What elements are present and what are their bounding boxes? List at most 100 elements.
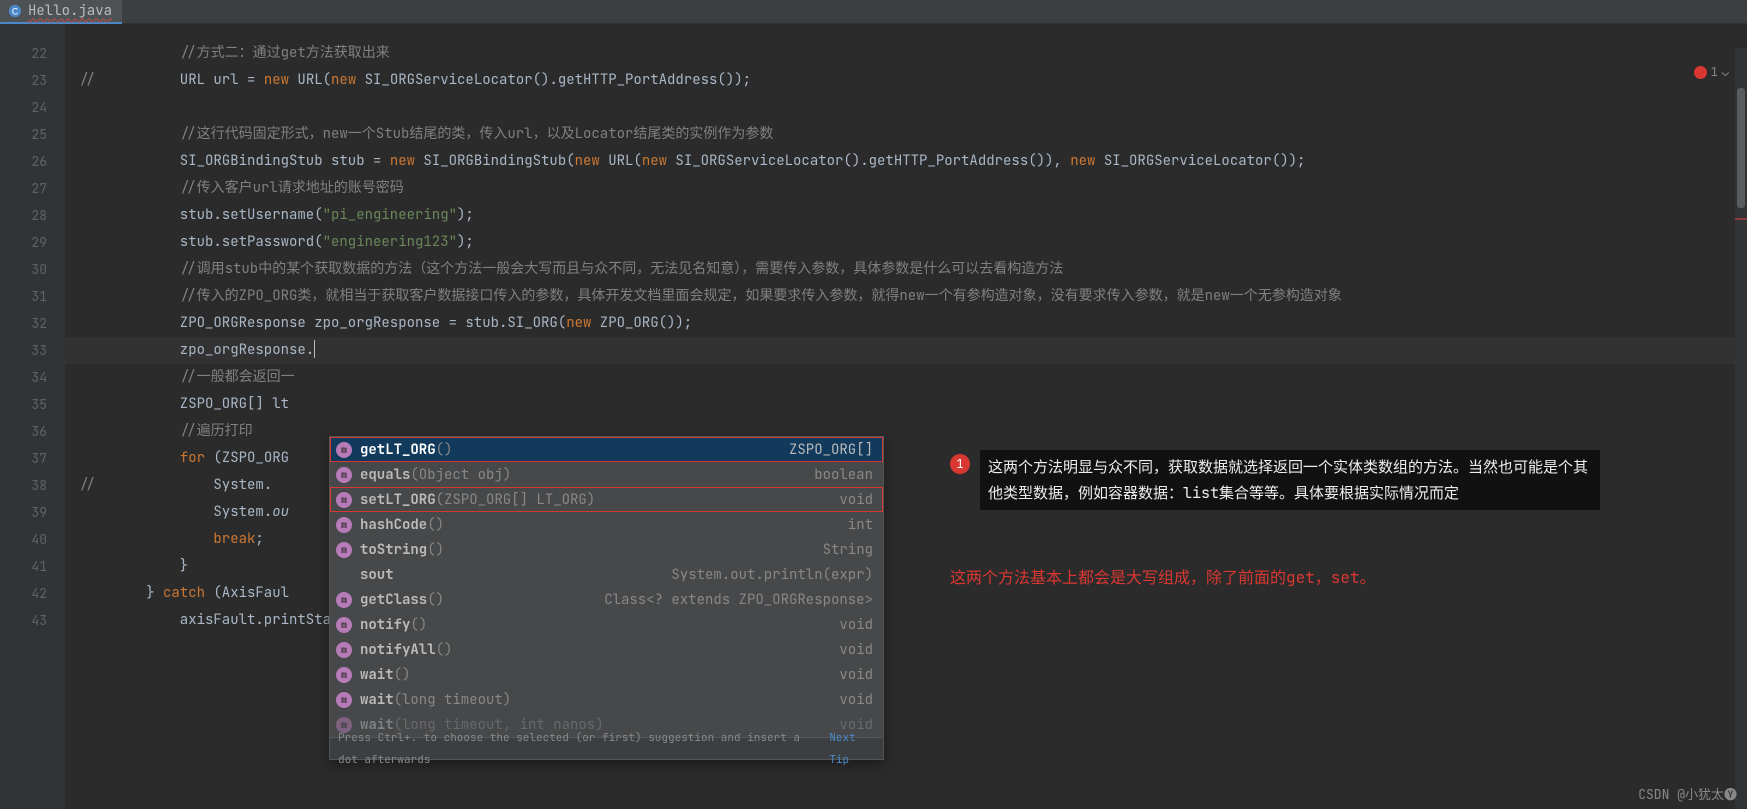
completion-name: notify() bbox=[360, 616, 427, 634]
completion-item[interactable]: m getLT_ORG() ZSPO_ORG[] bbox=[330, 437, 883, 462]
completion-item[interactable]: m getClass() Class<? extends ZPO_ORGRespon… bbox=[330, 587, 883, 612]
gutter: 2223242526272829303132333435363738394041… bbox=[0, 24, 65, 809]
annotation-badge: 1 bbox=[950, 454, 970, 474]
gutter-line: 43 bbox=[0, 607, 65, 634]
completion-return-type: String bbox=[823, 541, 873, 559]
completion-item[interactable]: mnotifyAll()void bbox=[330, 637, 883, 662]
annotation-bubble: 1 这两个方法明显与众不同，获取数据就选择返回一个实体类数组的方法。当然也可能是… bbox=[980, 450, 1600, 510]
code-line[interactable]: stub.setPassword("engineering123"); bbox=[65, 229, 1747, 256]
annotation-line2: 这两个方法基本上都会是大写组成，除了前面的get，set。 bbox=[950, 564, 1376, 588]
code-line[interactable]: //调用stub中的某个获取数据的方法（这个方法一般会大写而且与众不同，无法见名… bbox=[65, 256, 1747, 283]
code-line[interactable]: //遍历打印 bbox=[65, 418, 1747, 445]
completion-item[interactable]: m equals(Object obj) boolean bbox=[330, 462, 883, 487]
method-icon: m bbox=[336, 492, 352, 508]
code-line[interactable]: //传入的ZPO_ORG类，就相当于获取客户数据接口传入的参数，具体开发文档里面… bbox=[65, 283, 1747, 310]
gutter-line: 40 bbox=[0, 526, 65, 553]
code-line[interactable]: } catch (AxisFaul bbox=[65, 580, 1747, 607]
completion-return-type: Class<? extends ZPO_ORGResponse> bbox=[604, 591, 873, 609]
watermark: CSDN @小犹太🅨 bbox=[1638, 784, 1737, 803]
code-line[interactable]: zpo_orgResponse. bbox=[65, 337, 1747, 364]
completion-item[interactable]: mnotify()void bbox=[330, 612, 883, 637]
completion-item[interactable]: mtoString()String bbox=[330, 537, 883, 562]
editor: 2223242526272829303132333435363738394041… bbox=[0, 24, 1747, 809]
code-line[interactable]: //一般都会返回一 bbox=[65, 364, 1747, 391]
gutter-line: 32 bbox=[0, 310, 65, 337]
method-icon: m bbox=[336, 717, 352, 733]
code-line[interactable]: break; bbox=[65, 526, 1747, 553]
svg-text:C: C bbox=[12, 6, 18, 16]
method-icon: m bbox=[336, 592, 352, 608]
gutter-line: 35 bbox=[0, 391, 65, 418]
method-icon: m bbox=[336, 467, 352, 483]
code-line[interactable]: } bbox=[65, 553, 1747, 580]
completion-return-type: ZSPO_ORG[] bbox=[789, 441, 873, 459]
gutter-line: 33 bbox=[0, 337, 65, 364]
gutter-line: 25 bbox=[0, 121, 65, 148]
completion-item[interactable]: m setLT_ORG(ZSPO_ORG[] LT_ORG) void bbox=[330, 487, 883, 512]
chevron-down-icon: ⌄ bbox=[1722, 64, 1729, 80]
completion-return-type: void bbox=[839, 641, 873, 659]
completion-hint: Press Ctrl+. to choose the selected (or … bbox=[330, 737, 883, 759]
method-icon bbox=[336, 567, 352, 583]
error-dot-icon bbox=[1694, 66, 1707, 79]
method-icon: m bbox=[336, 442, 352, 458]
completion-item[interactable]: m wait(long timeout) void bbox=[330, 687, 883, 712]
tab-bar: C Hello.java bbox=[0, 0, 1747, 24]
scrollbar-thumb[interactable] bbox=[1737, 88, 1745, 208]
gutter-line: 31 bbox=[0, 283, 65, 310]
gutter-line: 34 bbox=[0, 364, 65, 391]
code-line[interactable] bbox=[65, 94, 1747, 121]
method-icon: m bbox=[336, 667, 352, 683]
completion-return-type: void bbox=[839, 691, 873, 709]
code-line[interactable]: //方式二：通过get方法获取出来 bbox=[65, 40, 1747, 67]
tab-hello-java[interactable]: C Hello.java bbox=[0, 0, 122, 24]
gutter-line: 22 bbox=[0, 40, 65, 67]
annotation-text: 这两个方法明显与众不同，获取数据就选择返回一个实体类数组的方法。当然也可能是个其… bbox=[988, 457, 1588, 503]
gutter-line: 38 bbox=[0, 472, 65, 499]
code-line[interactable]: //传入客户url请求地址的账号密码 bbox=[65, 175, 1747, 202]
completion-return-type: boolean bbox=[814, 466, 873, 484]
completion-return-type: int bbox=[848, 516, 873, 534]
completion-return-type: void bbox=[839, 716, 873, 734]
gutter-line: 37 bbox=[0, 445, 65, 472]
code-line[interactable]: ZSPO_ORG[] lt bbox=[65, 391, 1747, 418]
completion-name: getClass() bbox=[360, 591, 444, 609]
completion-name: setLT_ORG(ZSPO_ORG[] LT_ORG) bbox=[360, 491, 595, 509]
gutter-line: 42 bbox=[0, 580, 65, 607]
gutter-line: 39 bbox=[0, 499, 65, 526]
java-class-icon: C bbox=[8, 4, 22, 18]
completion-name: wait(long timeout, int nanos) bbox=[360, 716, 604, 734]
error-marker[interactable] bbox=[1735, 218, 1747, 220]
gutter-line: 27 bbox=[0, 175, 65, 202]
completion-return-type: void bbox=[839, 616, 873, 634]
completion-name: hashCode() bbox=[360, 516, 444, 534]
completion-name: wait(long timeout) bbox=[360, 691, 511, 709]
completion-name: equals(Object obj) bbox=[360, 466, 511, 484]
completion-name: toString() bbox=[360, 541, 444, 559]
completion-item[interactable]: m wait(long timeout, int nanos) void bbox=[330, 712, 883, 737]
code-line[interactable]: SI_ORGBindingStub stub = new SI_ORGBindi… bbox=[65, 148, 1747, 175]
gutter-line: 26 bbox=[0, 148, 65, 175]
method-icon: m bbox=[336, 642, 352, 658]
vertical-scrollbar[interactable] bbox=[1735, 48, 1747, 809]
tab-label: Hello.java bbox=[28, 2, 112, 20]
completion-return-type: void bbox=[839, 666, 873, 684]
gutter-line: 30 bbox=[0, 256, 65, 283]
completion-name: sout bbox=[360, 566, 394, 584]
code-line[interactable]: //这行代码固定形式，new一个Stub结尾的类，传入url，以及Locator… bbox=[65, 121, 1747, 148]
code-line[interactable]: ZPO_ORGResponse zpo_orgResponse = stub.S… bbox=[65, 310, 1747, 337]
code-line[interactable]: axisFault.printStackTrace(); bbox=[65, 607, 1747, 634]
completion-return-type: System.out.println(expr) bbox=[671, 566, 873, 584]
gutter-line: 28 bbox=[0, 202, 65, 229]
method-icon: m bbox=[336, 692, 352, 708]
code-line[interactable]: // URL url = new URL(new SI_ORGServiceLo… bbox=[65, 67, 1747, 94]
completion-name: getLT_ORG() bbox=[360, 441, 452, 459]
code-area[interactable]: //方式二：通过get方法获取出来// URL url = new URL(ne… bbox=[65, 24, 1747, 809]
completion-item[interactable]: mhashCode()int bbox=[330, 512, 883, 537]
completion-item[interactable]: mwait()void bbox=[330, 662, 883, 687]
completion-item[interactable]: sout System.out.println(expr) bbox=[330, 562, 883, 587]
completion-return-type: void bbox=[839, 491, 873, 509]
error-count: 1 bbox=[1711, 64, 1718, 80]
error-indicator[interactable]: 1 ⌄ bbox=[1694, 64, 1729, 80]
code-line[interactable]: stub.setUsername("pi_engineering"); bbox=[65, 202, 1747, 229]
